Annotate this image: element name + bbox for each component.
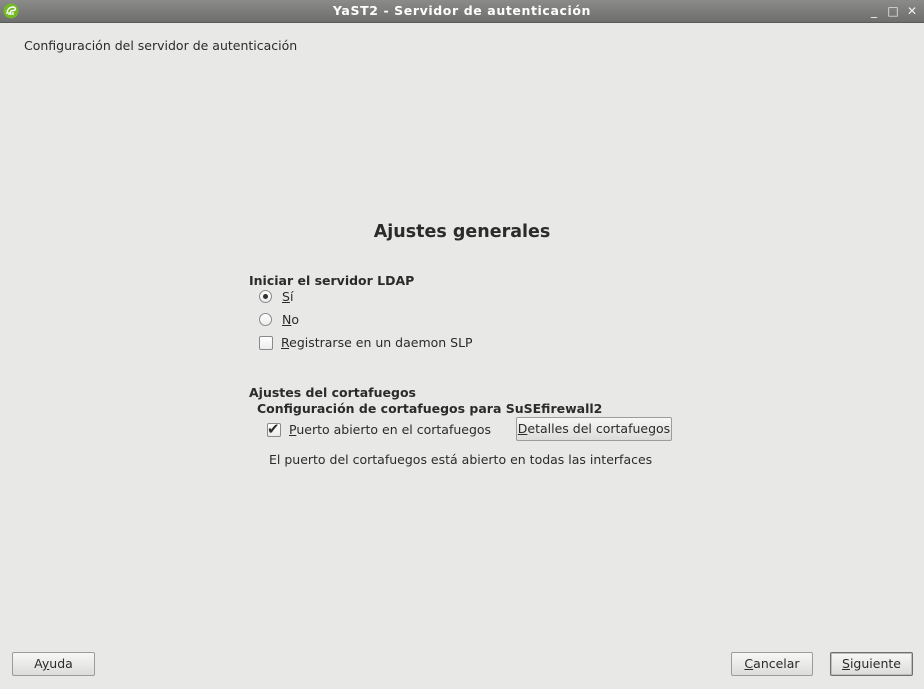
radio-unselected-icon[interactable] [259, 313, 272, 326]
ldap-group-label: Iniciar el servidor LDAP [249, 273, 415, 288]
minimize-button[interactable]: _ [866, 3, 882, 19]
slp-register-label: Registrarse en un daemon SLP [281, 335, 473, 350]
radio-selected-icon[interactable] [259, 290, 272, 303]
ldap-yes-radio[interactable]: Sí [259, 289, 293, 304]
help-button[interactable]: Ayuda [12, 652, 95, 676]
next-button[interactable]: Siguiente [830, 652, 913, 676]
checkmark-icon: ✔ [267, 419, 280, 438]
checkbox-checked-icon[interactable]: ✔ [267, 420, 281, 438]
ldap-no-label: No [282, 312, 300, 327]
window-titlebar: YaST2 - Servidor de autenticación _ □ ✕ [0, 0, 924, 23]
firewall-details-button[interactable]: Detalles del cortafuegos [516, 417, 672, 441]
open-port-checkbox[interactable]: ✔ Puerto abierto en el cortafuegos [267, 420, 492, 438]
firewall-status-text: El puerto del cortafuegos está abierto e… [269, 452, 653, 467]
dialog-header-label: Configuración del servidor de autenticac… [24, 38, 298, 53]
window-title: YaST2 - Servidor de autenticación [332, 3, 592, 18]
firewall-subgroup-label: Configuración de cortafuegos para SuSEfi… [257, 401, 603, 416]
firewall-group-label: Ajustes del cortafuegos [249, 385, 416, 400]
checkbox-unchecked-icon[interactable] [259, 335, 273, 350]
maximize-button[interactable]: □ [885, 3, 901, 19]
page-title: Ajustes generales [373, 222, 551, 242]
cancel-button[interactable]: Cancelar [731, 652, 813, 676]
close-button[interactable]: ✕ [904, 3, 920, 19]
slp-register-checkbox[interactable]: Registrarse en un daemon SLP [259, 335, 473, 350]
ldap-no-radio[interactable]: No [259, 312, 299, 327]
ldap-yes-label: Sí [282, 289, 294, 304]
open-port-label: Puerto abierto en el cortafuegos [289, 422, 492, 437]
